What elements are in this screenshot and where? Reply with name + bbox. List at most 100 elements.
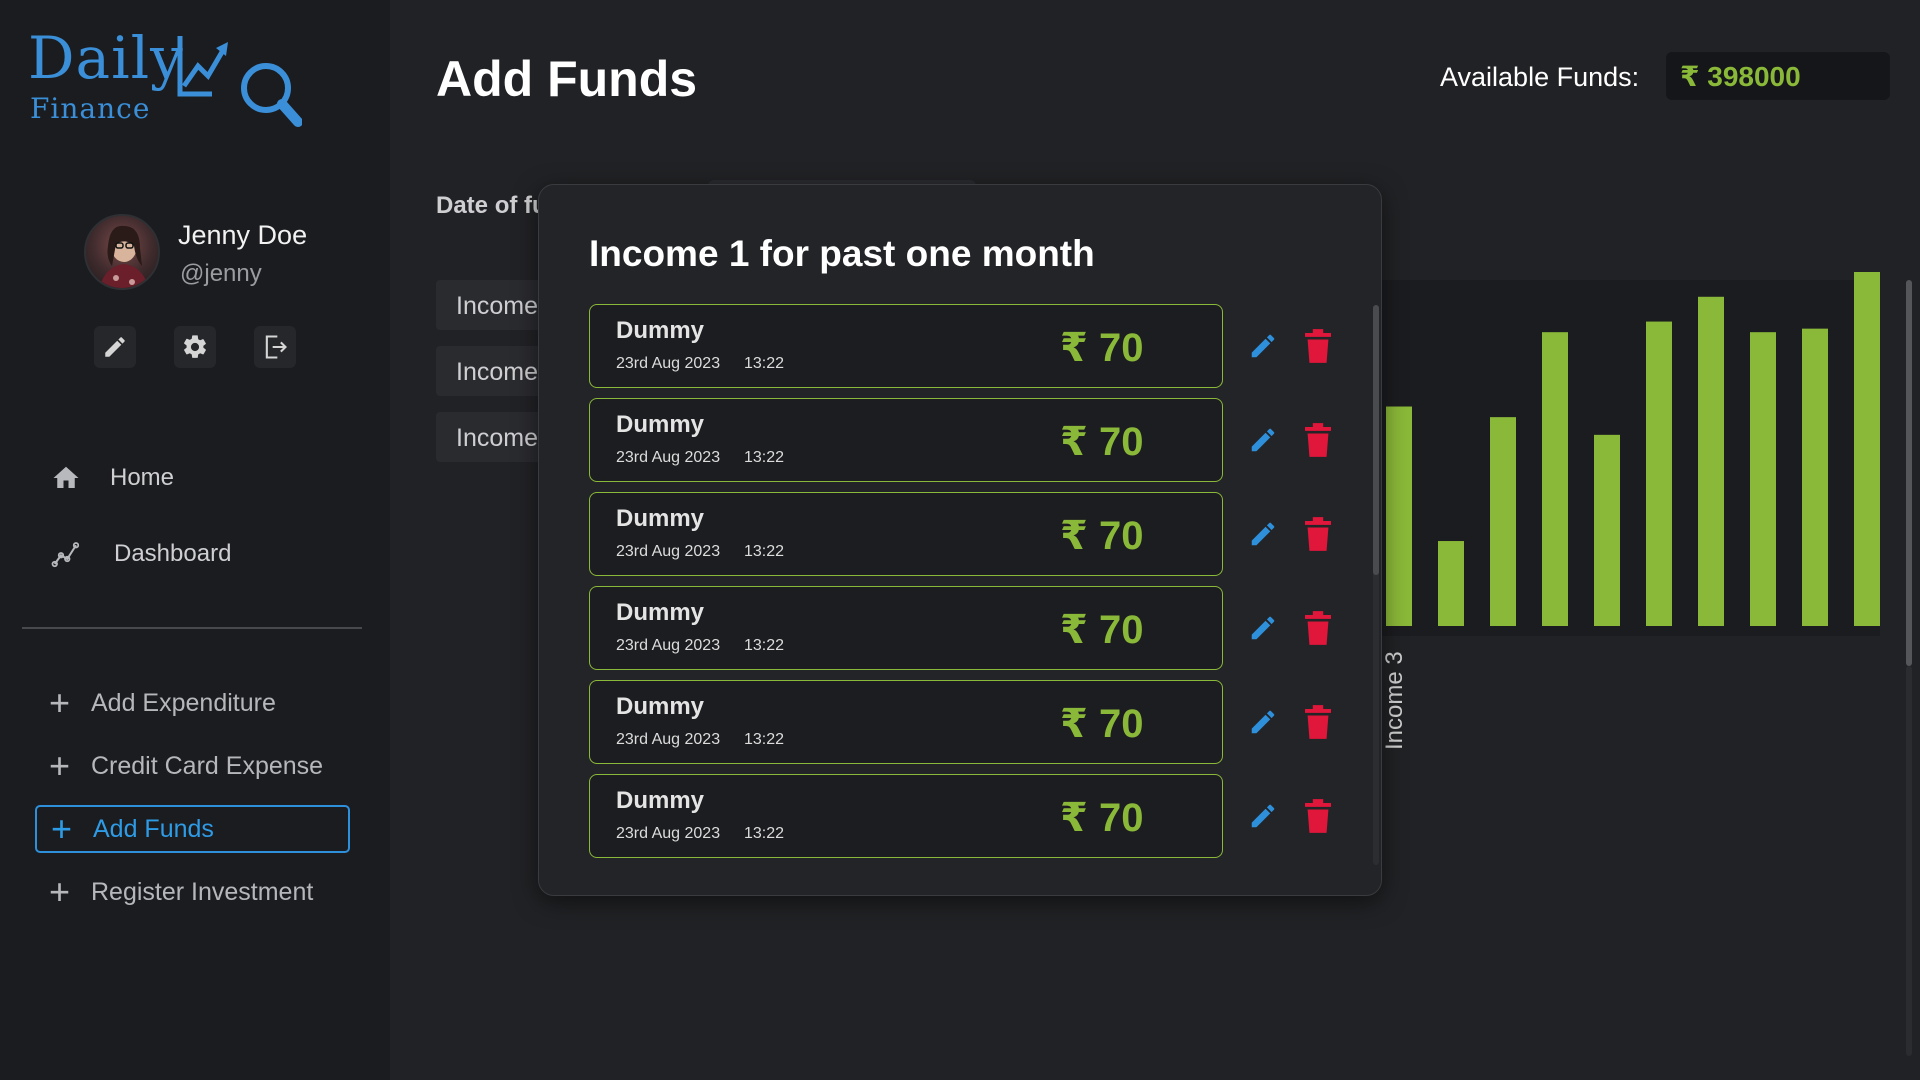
logo-title: Daily: [28, 24, 184, 92]
nav-dashboard-label: Dashboard: [114, 540, 232, 567]
add-expenditure-button[interactable]: + Add Expenditure: [35, 679, 350, 727]
income-entry-card[interactable]: Dummy 23rd Aug 2023 13:22 ₹ 70: [589, 304, 1223, 388]
delete-entry-button[interactable]: [1303, 516, 1333, 552]
income-tab-3[interactable]: Income: [436, 412, 546, 462]
entry-name: Dummy: [616, 693, 705, 720]
delete-entry-button[interactable]: [1303, 328, 1333, 364]
chart-bar: [1854, 272, 1880, 626]
page-scrollbar-track[interactable]: [1906, 666, 1912, 1056]
modal-scrollbar-thumb[interactable]: [1373, 305, 1379, 575]
chart-x-tick-label: Income 3: [1381, 651, 1408, 750]
credit-card-expense-button[interactable]: + Credit Card Expense: [35, 742, 350, 790]
entry-time: 13:22: [744, 637, 785, 654]
entry-amount: ₹ 70: [1060, 514, 1144, 558]
edit-entry-button[interactable]: [1247, 330, 1279, 362]
pencil-icon: [1251, 616, 1275, 640]
avatar[interactable]: [84, 214, 160, 290]
trash-icon: [1305, 705, 1331, 739]
chart-bar: [1386, 406, 1412, 626]
register-investment-button[interactable]: + Register Investment: [35, 868, 350, 916]
settings-button[interactable]: [174, 326, 216, 368]
date-of-funds-label: Date of fu: [436, 192, 547, 219]
income-entry: Dummy 23rd Aug 2023 13:22 ₹ 70: [589, 304, 1331, 398]
delete-entry-button[interactable]: [1303, 610, 1333, 646]
trash-icon: [1305, 799, 1331, 833]
income-entry-card[interactable]: Dummy 23rd Aug 2023 13:22 ₹ 70: [589, 774, 1223, 858]
entry-name: Dummy: [616, 411, 705, 438]
line-chart-icon: [50, 538, 82, 570]
entry-amount: ₹ 70: [1060, 796, 1144, 840]
add-funds-button[interactable]: + Add Funds: [35, 805, 350, 853]
edit-profile-button[interactable]: [94, 326, 136, 368]
income-tab-1[interactable]: Income: [436, 280, 546, 330]
trash-icon: [1305, 423, 1331, 457]
pencil-icon: [1251, 334, 1275, 358]
entry-time: 13:22: [744, 355, 785, 372]
add-funds-label: Add Funds: [93, 814, 214, 843]
edit-entry-button[interactable]: [1247, 800, 1279, 832]
user-handle: @jenny: [180, 260, 262, 287]
gear-icon: [184, 335, 206, 358]
logo-subtitle: Finance: [30, 92, 151, 125]
pencil-icon: [1251, 428, 1275, 452]
available-funds-value: ₹ 398000: [1666, 52, 1890, 100]
income-entry: Dummy 23rd Aug 2023 13:22 ₹ 70: [589, 586, 1331, 680]
page-scrollbar-thumb[interactable]: [1906, 280, 1912, 666]
delete-entry-button[interactable]: [1303, 798, 1333, 834]
entry-name: Dummy: [616, 787, 705, 814]
entry-amount: ₹ 70: [1060, 326, 1144, 370]
nav-dashboard[interactable]: Dashboard: [50, 538, 231, 570]
entry-name: Dummy: [616, 599, 705, 626]
chart-bar: [1594, 434, 1620, 626]
nav-home-label: Home: [110, 464, 175, 491]
entry-date: 23rd Aug 2023: [616, 543, 721, 560]
income-history-modal: Income 1 for past one month Dummy 23rd A…: [538, 184, 1382, 896]
edit-entry-button[interactable]: [1247, 612, 1279, 644]
chart-bar: [1698, 296, 1724, 626]
delete-entry-button[interactable]: [1303, 422, 1333, 458]
pencil-icon: [105, 337, 125, 357]
entry-time: 13:22: [744, 731, 785, 748]
income-tab-2[interactable]: Income: [436, 346, 546, 396]
plus-icon: +: [51, 808, 73, 849]
plus-icon: +: [49, 745, 71, 786]
edit-entry-button[interactable]: [1247, 518, 1279, 550]
income-entry-card[interactable]: Dummy 23rd Aug 2023 13:22 ₹ 70: [589, 586, 1223, 670]
chart-bar: [1438, 541, 1464, 626]
chart-bar: [1646, 321, 1672, 626]
entry-date: 23rd Aug 2023: [616, 637, 721, 654]
edit-entry-button[interactable]: [1247, 424, 1279, 456]
pencil-icon: [1251, 522, 1275, 546]
chart-bar: [1802, 328, 1828, 626]
add-expenditure-label: Add Expenditure: [91, 688, 276, 717]
income-entry: Dummy 23rd Aug 2023 13:22 ₹ 70: [589, 492, 1331, 586]
chart-magnifier-icon: [177, 36, 302, 127]
nav-home[interactable]: Home: [50, 462, 174, 494]
entry-time: 13:22: [744, 543, 785, 560]
app-logo[interactable]: Daily Finance: [28, 24, 302, 127]
delete-entry-button[interactable]: [1303, 704, 1333, 740]
edit-entry-button[interactable]: [1247, 706, 1279, 738]
logout-button[interactable]: [254, 326, 296, 368]
income-entry-card[interactable]: Dummy 23rd Aug 2023 13:22 ₹ 70: [589, 492, 1223, 576]
income-entry: Dummy 23rd Aug 2023 13:22 ₹ 70: [589, 398, 1331, 492]
entry-time: 13:22: [744, 449, 785, 466]
entry-date: 23rd Aug 2023: [616, 355, 721, 372]
modal-title: Income 1 for past one month: [589, 233, 1095, 274]
trash-icon: [1305, 611, 1331, 645]
entry-name: Dummy: [616, 317, 705, 344]
pencil-icon: [1251, 804, 1275, 828]
entry-time: 13:22: [744, 825, 785, 842]
home-icon: [50, 462, 82, 494]
entry-amount: ₹ 70: [1060, 420, 1144, 464]
trash-icon: [1305, 329, 1331, 363]
trash-icon: [1305, 517, 1331, 551]
income-entry-list: Dummy 23rd Aug 2023 13:22 ₹ 70 Dummy 23r…: [589, 304, 1331, 868]
pencil-icon: [1251, 710, 1275, 734]
income-entry-card[interactable]: Dummy 23rd Aug 2023 13:22 ₹ 70: [589, 398, 1223, 482]
entry-name: Dummy: [616, 505, 705, 532]
entry-date: 23rd Aug 2023: [616, 449, 721, 466]
income-entry-card[interactable]: Dummy 23rd Aug 2023 13:22 ₹ 70: [589, 680, 1223, 764]
plus-icon: +: [49, 871, 71, 912]
entry-date: 23rd Aug 2023: [616, 731, 721, 748]
